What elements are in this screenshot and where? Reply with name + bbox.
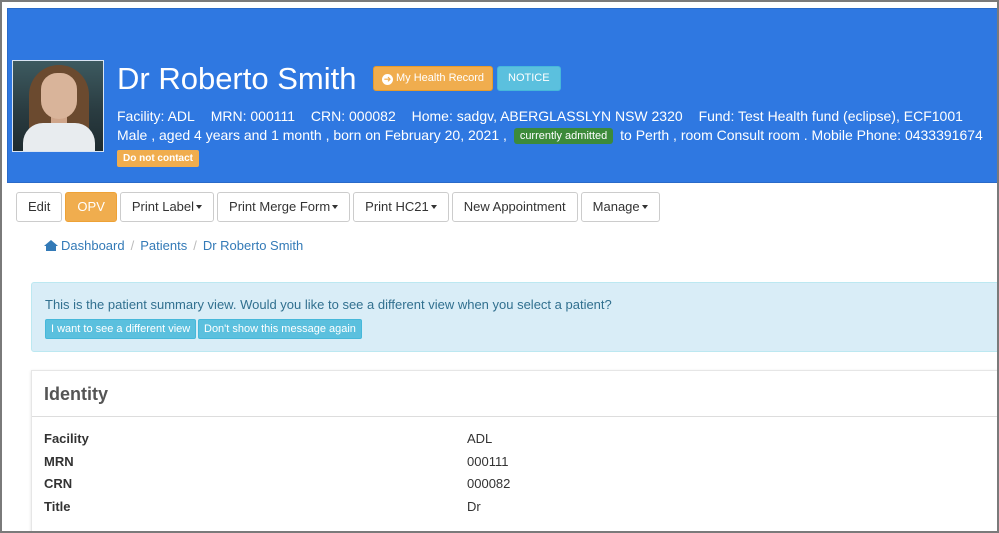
new-appointment-button[interactable]: New Appointment <box>451 192 578 222</box>
facility-text: Facility: ADL <box>117 108 195 124</box>
patient-info-line-1: Facility: ADL MRN: 000111 CRN: 000082 Ho… <box>117 108 975 124</box>
field-label: Facility <box>44 431 89 446</box>
my-health-record-button[interactable]: ➜ My Health Record <box>373 66 494 91</box>
breadcrumb-current[interactable]: Dr Roberto Smith <box>203 238 303 253</box>
notice-button[interactable]: NOTICE <box>497 66 561 91</box>
manage-dropdown[interactable]: Manage <box>580 192 660 222</box>
admitted-badge: currently admitted <box>513 128 614 144</box>
app-window: Dr Roberto Smith ➜ My Health Record NOTIC… <box>0 0 999 533</box>
mrn-text: MRN: 000111 <box>210 108 296 124</box>
arrow-circle-right-icon: ➜ <box>382 74 393 85</box>
print-label-dropdown[interactable]: Print Label <box>119 192 215 222</box>
home-icon <box>44 240 58 251</box>
my-health-record-label: My Health Record <box>396 72 485 84</box>
manage-text: Manage <box>592 199 640 214</box>
patient-name: Dr Roberto Smith <box>117 61 357 96</box>
alert-message: This is the patient summary view. Would … <box>45 297 612 312</box>
print-merge-form-text: Print Merge Form <box>229 199 331 214</box>
patient-header: Dr Roberto Smith ➜ My Health Record NOTIC… <box>7 8 997 183</box>
print-merge-form-dropdown[interactable]: Print Merge Form <box>217 192 351 222</box>
breadcrumb: Dashboard / Patients / Dr Roberto Smith <box>44 238 303 253</box>
crn-text: CRN: 000082 <box>310 108 396 124</box>
home-address-text: Home: sadgv, ABERGLASSLYN NSW 2320 <box>411 108 683 124</box>
breadcrumb-patients-link[interactable]: Patients <box>140 238 187 253</box>
field-value: 000111 <box>467 454 509 469</box>
divider <box>32 416 997 417</box>
print-hc21-dropdown[interactable]: Print HC21 <box>353 192 449 222</box>
print-label-text: Print Label <box>131 199 195 214</box>
edit-button[interactable]: Edit <box>16 192 63 222</box>
caret-down-icon <box>196 205 203 209</box>
dont-show-again-button[interactable]: Don't show this message again <box>198 319 362 339</box>
identity-panel: Identity Facility ADL MRN 000111 CRN 000… <box>31 370 997 531</box>
print-hc21-text: Print HC21 <box>365 199 429 214</box>
different-view-button[interactable]: I want to see a different view <box>45 319 197 339</box>
caret-down-icon <box>641 205 648 209</box>
location-phone-text: to Perth , room Consult room . Mobile Ph… <box>620 127 983 143</box>
avatar <box>12 60 104 152</box>
identity-panel-title: Identity <box>44 384 109 404</box>
breadcrumb-dashboard-link[interactable]: Dashboard <box>61 238 125 253</box>
breadcrumb-separator: / <box>193 238 197 253</box>
opv-button[interactable]: OPV <box>65 192 117 222</box>
caret-down-icon <box>332 205 339 209</box>
caret-down-icon <box>430 205 437 209</box>
do-not-contact-badge: Do not contact <box>117 150 199 167</box>
fund-text: Fund: Test Health fund (eclipse), ECF100… <box>698 108 963 124</box>
summary-view-alert: This is the patient summary view. Would … <box>31 282 997 352</box>
action-toolbar: Edit OPV Print Label Print Merge Form Pr… <box>16 192 660 222</box>
patient-info-line-2: Male , aged 4 years and 1 month , born o… <box>117 127 983 144</box>
patient-summary-text: Male , aged 4 years and 1 month , born o… <box>117 127 507 143</box>
field-value: Dr <box>467 499 481 514</box>
field-label: CRN <box>44 476 73 491</box>
field-value: 000082 <box>467 476 511 491</box>
field-value: ADL <box>467 431 493 446</box>
field-label: Title <box>44 499 71 514</box>
field-label: MRN <box>44 454 74 469</box>
breadcrumb-separator: / <box>130 238 135 253</box>
